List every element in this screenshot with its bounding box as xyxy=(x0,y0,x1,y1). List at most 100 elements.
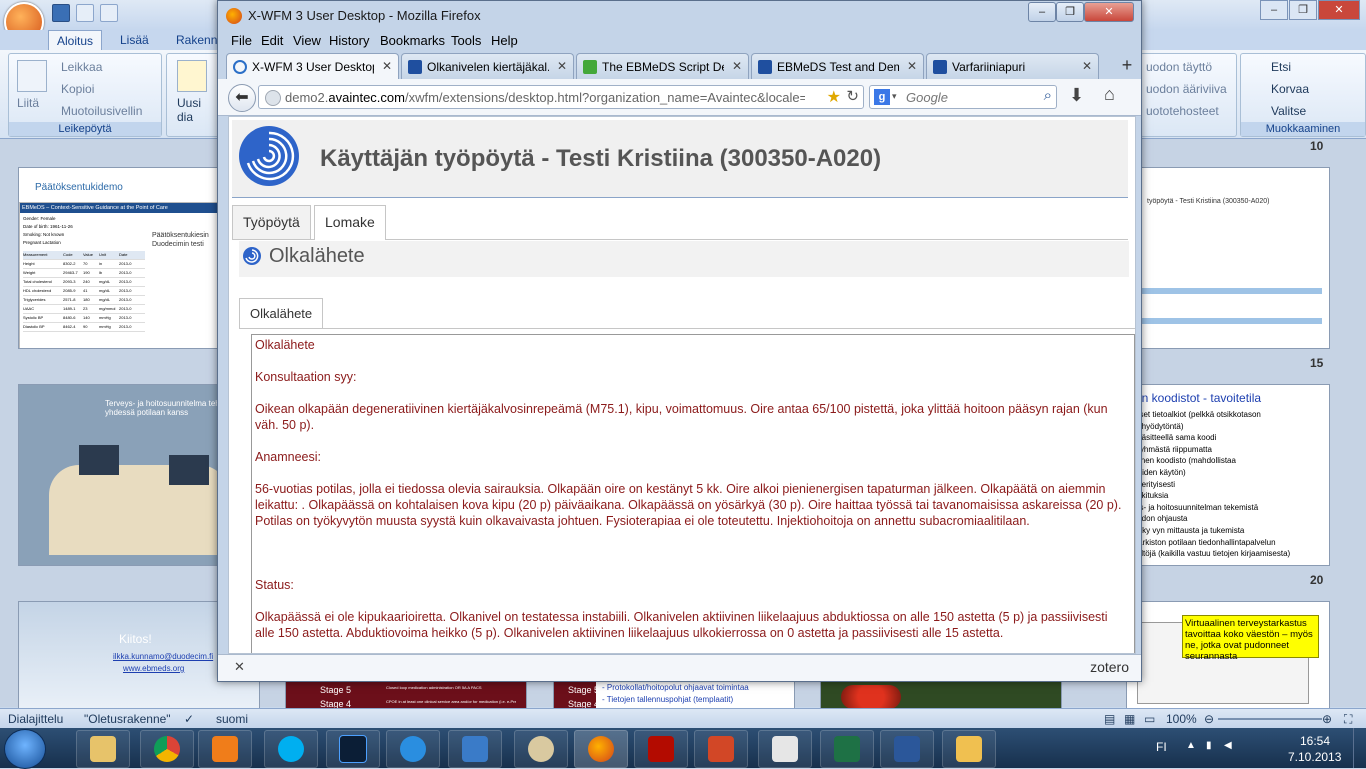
taskbar-ie[interactable] xyxy=(386,730,440,768)
taskbar-media[interactable] xyxy=(198,730,252,768)
start-button[interactable] xyxy=(4,729,46,769)
taskbar-notes[interactable] xyxy=(758,730,812,768)
status-language[interactable]: suomi xyxy=(216,712,248,726)
menu-help[interactable]: Help xyxy=(491,33,518,48)
slide-thumbnail[interactable]: työpöytä - Testi Kristiina (300350-A020) xyxy=(1126,167,1330,349)
zoom-out-icon[interactable]: ⊖ xyxy=(1204,712,1214,726)
home-icon[interactable]: ⌂ xyxy=(1104,84,1115,105)
tab-lomake[interactable]: Lomake xyxy=(314,205,386,240)
address-bar[interactable]: demo2.avaintec.com/xwfm/extensions/deskt… xyxy=(258,85,864,109)
tab-tyopoyta[interactable]: Työpöytä xyxy=(232,205,311,239)
google-icon[interactable]: g xyxy=(874,89,890,105)
menu-tools[interactable]: Tools xyxy=(451,33,481,48)
reload-icon[interactable]: ↻ xyxy=(846,87,859,105)
site-identity-icon[interactable] xyxy=(265,90,281,106)
taskbar-skype[interactable] xyxy=(264,730,318,768)
shape-outline-button[interactable]: uodon ääriviiva xyxy=(1146,82,1227,96)
taskbar-powerpoint[interactable] xyxy=(694,730,748,768)
close-button[interactable]: ✕ xyxy=(1318,0,1360,20)
clock-time[interactable]: 16:54 xyxy=(1300,734,1330,748)
table-cell: Diastolic BP xyxy=(23,324,45,329)
reading-view-icon[interactable]: ▭ xyxy=(1144,712,1155,726)
normal-view-icon[interactable]: ▤ xyxy=(1104,712,1115,726)
redo-icon[interactable] xyxy=(100,4,118,22)
minimize-button[interactable]: – xyxy=(1260,0,1288,20)
zoom-level[interactable]: 100% xyxy=(1166,712,1197,726)
clock-date[interactable]: 7.10.2013 xyxy=(1288,750,1341,764)
new-tab-button[interactable]: + xyxy=(1116,55,1138,77)
menu-history[interactable]: History xyxy=(329,33,369,48)
shape-effects-button[interactable]: uototehosteet xyxy=(1146,104,1219,118)
close-tab-icon[interactable]: ✕ xyxy=(382,59,392,73)
maximize-button[interactable]: ❐ xyxy=(1056,2,1084,22)
close-tab-icon[interactable]: ✕ xyxy=(557,59,567,73)
cut-button[interactable]: Leikkaa xyxy=(61,60,102,74)
slide-thumbnail[interactable]: Stage 5 Stage 4 Closed loop medication a… xyxy=(285,678,527,710)
menu-edit[interactable]: Edit xyxy=(261,33,283,48)
email-link[interactable]: ilkka.kunnamo@duodecim.fi xyxy=(113,652,213,661)
site-link[interactable]: www.ebmeds.org xyxy=(123,664,184,673)
search-box[interactable]: g ▾ Google ⌕ xyxy=(869,85,1057,109)
slide-thumbnail[interactable] xyxy=(820,678,1062,710)
close-tab-icon[interactable]: ✕ xyxy=(907,59,917,73)
language-indicator[interactable]: FI xyxy=(1156,740,1167,754)
tab-lisaa[interactable]: Lisää xyxy=(112,30,157,50)
close-tab-icon[interactable]: ✕ xyxy=(1082,59,1092,73)
zotero-button[interactable]: zotero xyxy=(1090,659,1129,675)
show-desktop-button[interactable] xyxy=(1353,728,1366,768)
new-slide-button[interactable]: Uusi dia xyxy=(177,96,217,124)
close-icon[interactable]: ✕ xyxy=(234,659,245,675)
slide-number: 20 xyxy=(1310,573,1324,587)
taskbar-explorer[interactable] xyxy=(76,730,130,768)
browser-tab[interactable]: EBMeDS Test and Dem... ✕ xyxy=(751,53,924,79)
taskbar-paint[interactable] xyxy=(514,730,568,768)
fit-window-icon[interactable]: ⛶ xyxy=(1344,712,1352,727)
taskbar-app[interactable] xyxy=(448,730,502,768)
paste-button[interactable]: Liitä xyxy=(17,96,39,110)
browser-tab[interactable]: The EBMeDS Script Des... ✕ xyxy=(576,53,749,79)
slide-thumbnail[interactable]: Stage 5 Stage 4 - Protokollat/hoitopolut… xyxy=(553,678,795,710)
tray-expand-icon[interactable]: ▲ xyxy=(1186,740,1196,751)
referral-textarea[interactable]: Olkalähete Konsultaation syy: Oikean olk… xyxy=(251,334,1135,653)
replace-button[interactable]: Korvaa xyxy=(1271,82,1309,96)
zoom-in-icon[interactable]: ⊕ xyxy=(1322,712,1332,726)
tab-aloitus[interactable]: Aloitus xyxy=(48,30,103,51)
restore-button[interactable]: ❐ xyxy=(1289,0,1317,20)
back-button[interactable]: ⬅ xyxy=(228,84,256,112)
taskbar-excel[interactable] xyxy=(820,730,874,768)
close-button[interactable]: ✕ xyxy=(1084,2,1134,22)
shape-fill-button[interactable]: uodon täyttö xyxy=(1146,60,1212,74)
format-painter-button[interactable]: Muotoilusivellin xyxy=(61,104,142,118)
taskbar-firefox[interactable] xyxy=(574,730,628,768)
taskbar-word[interactable] xyxy=(880,730,934,768)
volume-icon[interactable]: ◀ xyxy=(1224,740,1232,751)
chevron-down-icon[interactable]: ▾ xyxy=(892,91,897,102)
save-icon[interactable] xyxy=(52,4,70,22)
taskbar-photoshop[interactable] xyxy=(326,730,380,768)
download-icon[interactable]: ⬇ xyxy=(1069,85,1084,106)
menu-view[interactable]: View xyxy=(293,33,321,48)
browser-tab[interactable]: Varfariiniapuri ✕ xyxy=(926,53,1099,79)
bookmark-star-icon[interactable]: ★ xyxy=(827,87,841,107)
slide-sorter-icon[interactable]: ▦ xyxy=(1124,712,1135,726)
slide-thumbnail[interactable]: rön koodistot - tavoitetila teiset tieto… xyxy=(1126,384,1330,566)
search-icon[interactable]: ⌕ xyxy=(1044,87,1052,104)
zoom-slider[interactable] xyxy=(1218,718,1322,720)
spellcheck-icon[interactable]: ✓ xyxy=(184,712,194,726)
browser-tab[interactable]: Olkanivelen kiertäjäkal... ✕ xyxy=(401,53,574,79)
copy-button[interactable]: Kopioi xyxy=(61,82,94,96)
close-tab-icon[interactable]: ✕ xyxy=(732,59,742,73)
menu-file[interactable]: File xyxy=(231,33,252,48)
taskbar-chrome[interactable] xyxy=(140,730,194,768)
taskbar-outlook[interactable] xyxy=(942,730,996,768)
select-button[interactable]: Valitse xyxy=(1271,104,1306,118)
network-icon[interactable]: ▮ xyxy=(1206,740,1212,751)
browser-tab[interactable]: X-WFM 3 User Desktop ✕ xyxy=(226,53,399,80)
undo-icon[interactable] xyxy=(76,4,94,22)
table-cell: UAAC xyxy=(23,306,35,311)
taskbar-acrobat[interactable] xyxy=(634,730,688,768)
find-button[interactable]: Etsi xyxy=(1271,60,1291,74)
menu-bookmarks[interactable]: Bookmarks xyxy=(380,33,445,48)
form-tab[interactable]: Olkalähete xyxy=(239,298,324,329)
minimize-button[interactable]: – xyxy=(1028,2,1056,22)
